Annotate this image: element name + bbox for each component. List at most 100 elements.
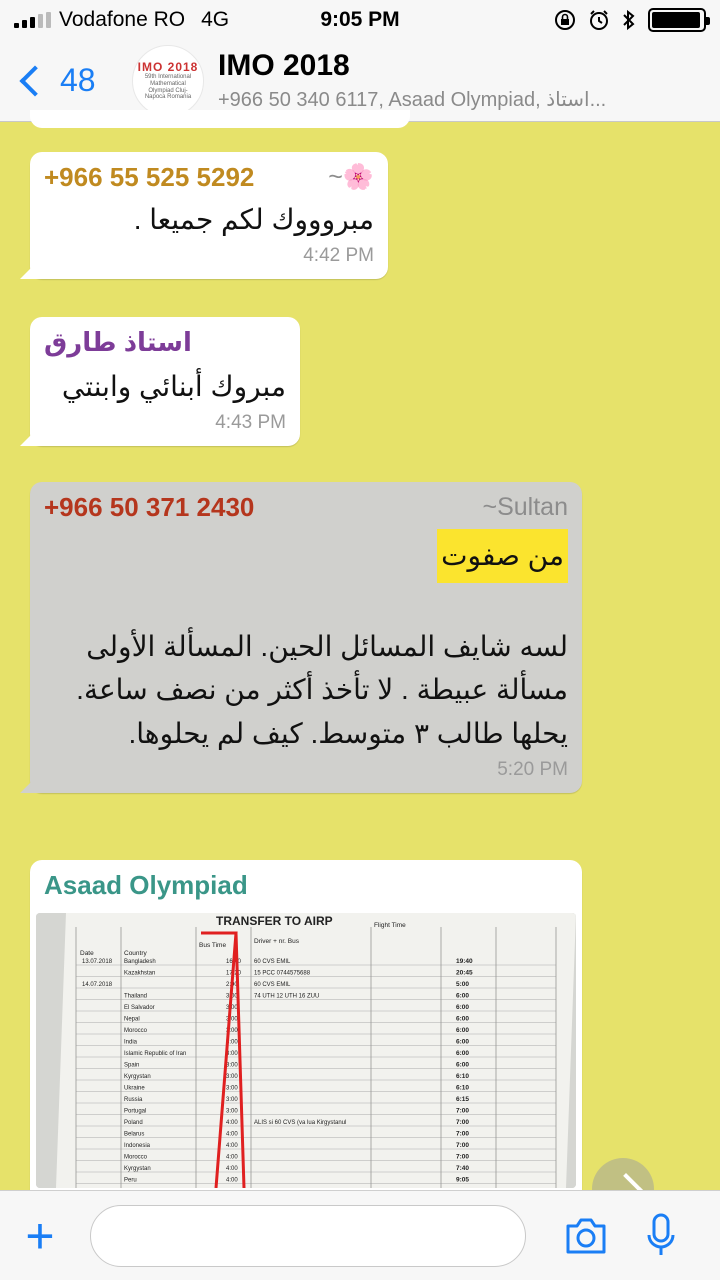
cell-country: Peru	[124, 1178, 137, 1184]
cell-country: Morocco	[124, 1028, 148, 1034]
group-avatar[interactable]: IMO 2018 59th International Mathematical…	[132, 44, 204, 117]
rotation-lock-icon	[555, 10, 575, 30]
cell-country: Kyrgystan	[124, 1074, 151, 1080]
cell-flight-time: 7:40	[456, 1165, 469, 1172]
chat-info[interactable]: IMO 2018 +966 50 340 6117, Asaad Olympia…	[218, 49, 720, 112]
cell-driver: 60 CVS EMIL	[254, 959, 291, 965]
sender-name[interactable]: استاذ طارق	[44, 327, 192, 358]
sender-name: ~🌸	[328, 163, 374, 191]
cell-date: 13.07.2018	[82, 959, 113, 965]
status-bar: Vodafone RO 4G 9:05 PM	[0, 0, 720, 40]
cell-flight-time: 7:00	[456, 1119, 469, 1126]
cell-bus-time: 4:00	[226, 1166, 238, 1172]
network-type: 4G	[201, 8, 230, 31]
cell-flight-time: 6:00	[456, 993, 469, 1000]
sender-phone[interactable]: +966 55 525 5292	[44, 162, 254, 193]
cell-country: Indonesia	[124, 1143, 151, 1149]
cell-flight-time: 6:00	[456, 1027, 469, 1034]
sender-name: ~Sultan	[482, 493, 569, 521]
cell-bus-time: 4:00	[226, 1155, 238, 1161]
cell-country: El Salvador	[124, 1005, 155, 1011]
bluetooth-icon	[623, 9, 635, 31]
cell-country: Kazakhstan	[124, 971, 155, 977]
cell-country: Portugal	[124, 1109, 146, 1115]
input-bar: +	[0, 1190, 720, 1280]
attach-plus-icon[interactable]: +	[0, 1211, 80, 1261]
cell-country: Bangladesh	[124, 959, 156, 965]
battery-level	[652, 12, 700, 28]
cell-date: 14.07.2018	[82, 982, 113, 988]
cell-flight-time: 5:00	[456, 981, 469, 988]
cell-flight-time: 9:05	[456, 1177, 469, 1184]
cell-country: Kyrgystan	[124, 1166, 151, 1172]
carrier-name: Vodafone RO	[59, 8, 186, 31]
cell-bus-time: 3:00	[226, 1109, 238, 1115]
column-header-flight: Flight Time	[374, 922, 406, 929]
cell-flight-time: 7:00	[456, 1154, 469, 1161]
cell-country: Poland	[124, 1120, 143, 1126]
back-button[interactable]: 48	[0, 62, 120, 99]
cell-driver: 60 CVS EMIL	[254, 982, 291, 988]
cell-flight-time: 6:00	[456, 1004, 469, 1011]
message-time: 5:20 PM	[497, 759, 568, 781]
column-header-date: Date	[80, 950, 94, 957]
cell-flight-time: 7:00	[456, 1131, 469, 1138]
cell-country: Belarus	[124, 1132, 144, 1138]
cell-bus-time: 4:00	[226, 1132, 238, 1138]
transfer-schedule-photo: TRANSFER TO AIRP Date Country Bus Time Drive…	[36, 913, 576, 1188]
cell-flight-time: 6:00	[456, 1039, 469, 1046]
cell-flight-time: 7:00	[456, 1108, 469, 1115]
cell-driver: 74 UTH 12 UTH 16 ZUU	[254, 994, 319, 1000]
previous-message-bubble	[30, 110, 410, 128]
attached-photo[interactable]: TRANSFER TO AIRP Date Country Bus Time Drive…	[36, 913, 576, 1188]
alarm-icon	[590, 10, 608, 30]
cell-flight-time: 6:00	[456, 1050, 469, 1057]
cell-bus-time: 3:00	[226, 1063, 238, 1069]
cell-country: Nepal	[124, 1017, 140, 1023]
message-bubble[interactable]: +966 55 525 5292 ~🌸 مبروووك لكم جميعا . …	[30, 152, 388, 279]
message-time: 4:43 PM	[215, 412, 286, 433]
quoted-highlight-row: من صفوت	[44, 529, 568, 583]
cell-country: Islamic Republic of Iran	[124, 1051, 186, 1057]
message-input[interactable]	[90, 1204, 526, 1267]
cell-driver: ALIS si 60 CVS (va lua Kirgystanul	[254, 1120, 346, 1126]
sheet-heading: TRANSFER TO AIRP	[216, 914, 333, 928]
imo-logo: IMO 2018	[137, 60, 199, 75]
cell-country: Spain	[124, 1063, 139, 1069]
cell-bus-time: 3:00	[226, 1097, 238, 1103]
cell-flight-time: 6:00	[456, 1016, 469, 1023]
cell-bus-time: 3:00	[226, 1086, 238, 1092]
message-text: مبروك أبنائي وابنتي	[61, 371, 286, 402]
cell-flight-time: 6:10	[456, 1073, 469, 1080]
sender-name[interactable]: Asaad Olympiad	[36, 868, 576, 903]
chat-title: IMO 2018	[218, 49, 350, 82]
cell-bus-time: 3:00	[226, 1074, 238, 1080]
cell-country: Morocco	[124, 1155, 148, 1161]
microphone-icon[interactable]	[646, 1213, 676, 1259]
cell-bus-time: 4:00	[226, 1120, 238, 1126]
highlighted-text: من صفوت	[437, 529, 568, 583]
column-header-driver: Driver + nr. Bus	[254, 938, 300, 945]
column-header-bus-time: Bus Time	[199, 942, 226, 949]
message-text: لسه شايف المسائل الحين. المسألة الأولى م…	[76, 631, 568, 749]
camera-icon[interactable]	[564, 1216, 608, 1256]
signal-strength-icon	[14, 12, 51, 28]
message-time: 4:42 PM	[303, 245, 374, 266]
sender-phone[interactable]: +966 50 371 2430	[44, 492, 254, 523]
cell-flight-time: 6:15	[456, 1096, 469, 1103]
message-text: مبروووك لكم جميعا .	[133, 204, 374, 235]
cell-flight-time: 20:45	[456, 970, 473, 977]
cell-flight-time: 6:10	[456, 1085, 469, 1092]
photo-message-bubble[interactable]: Asaad Olympiad TRANSFER TO AIRP Date Count…	[30, 860, 582, 1200]
message-bubble[interactable]: استاذ طارق مبروك أبنائي وابنتي 4:43 PM	[30, 317, 300, 446]
cell-country: Russia	[124, 1097, 143, 1103]
cell-bus-time: 4:00	[226, 1178, 238, 1184]
unread-count: 48	[60, 62, 96, 98]
battery-icon	[648, 8, 710, 32]
message-bubble[interactable]: +966 50 371 2430 ~Sultan من صفوت لسه شاي…	[30, 482, 582, 794]
cell-flight-time: 7:00	[456, 1142, 469, 1149]
cell-country: Thailand	[124, 994, 147, 1000]
cell-flight-time: 19:40	[456, 958, 473, 965]
chevron-left-icon	[19, 64, 51, 97]
cell-driver: 15 PCC 0744575688	[254, 971, 311, 977]
